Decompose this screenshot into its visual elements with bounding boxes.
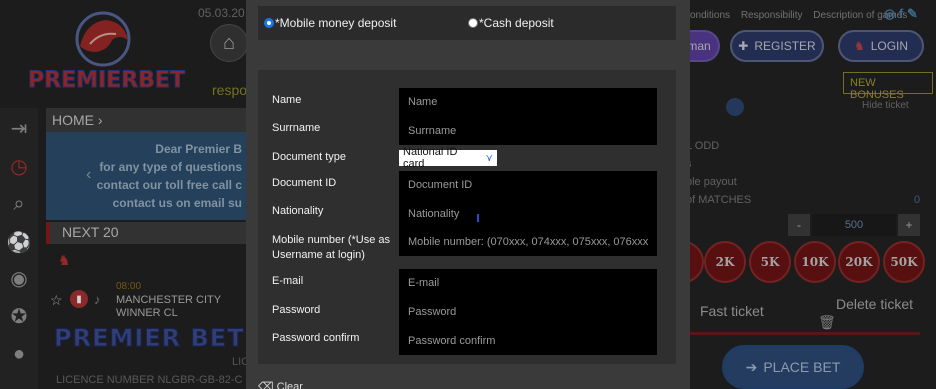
password-confirm-input[interactable] bbox=[399, 327, 657, 355]
nationality-label: Nationality bbox=[272, 205, 324, 217]
surname-label: Surrname bbox=[272, 122, 321, 134]
radio-label: *Mobile money deposit bbox=[275, 16, 397, 30]
name-label: Name bbox=[272, 94, 302, 106]
clear-button[interactable]: ⌫ Clear bbox=[258, 380, 303, 389]
document-type-label: Document type bbox=[272, 151, 346, 163]
email-input[interactable] bbox=[399, 269, 657, 297]
surname-input[interactable] bbox=[399, 117, 657, 145]
document-id-label: Document ID bbox=[272, 177, 337, 189]
name-input[interactable] bbox=[399, 88, 657, 116]
radio-unselected-icon[interactable] bbox=[468, 18, 478, 28]
clear-label: Clear bbox=[276, 381, 303, 389]
nationality-input[interactable] bbox=[399, 200, 657, 228]
email-label: E-mail bbox=[272, 275, 304, 287]
cash-deposit-radio[interactable]: *Cash deposit bbox=[468, 16, 554, 30]
mobile-money-radio[interactable]: *Mobile money deposit bbox=[264, 16, 396, 30]
password-confirm-label: Password confirm bbox=[272, 332, 360, 344]
mobile-label: Mobile number (*Use as Username at login… bbox=[272, 234, 390, 261]
document-type-value: National ID card bbox=[403, 146, 458, 170]
radio-label: *Cash deposit bbox=[479, 16, 554, 30]
text-caret-icon bbox=[477, 214, 479, 222]
password-label: Password bbox=[272, 304, 321, 316]
radio-selected-icon[interactable] bbox=[264, 18, 274, 28]
chevron-down-icon: ⋎ bbox=[485, 152, 493, 164]
password-input[interactable] bbox=[399, 298, 657, 326]
mobile-input[interactable] bbox=[399, 228, 657, 256]
document-type-select[interactable]: National ID card ⋎ bbox=[399, 146, 497, 170]
document-id-input[interactable] bbox=[399, 171, 657, 199]
trash-small-icon: ⌫ bbox=[258, 381, 274, 389]
